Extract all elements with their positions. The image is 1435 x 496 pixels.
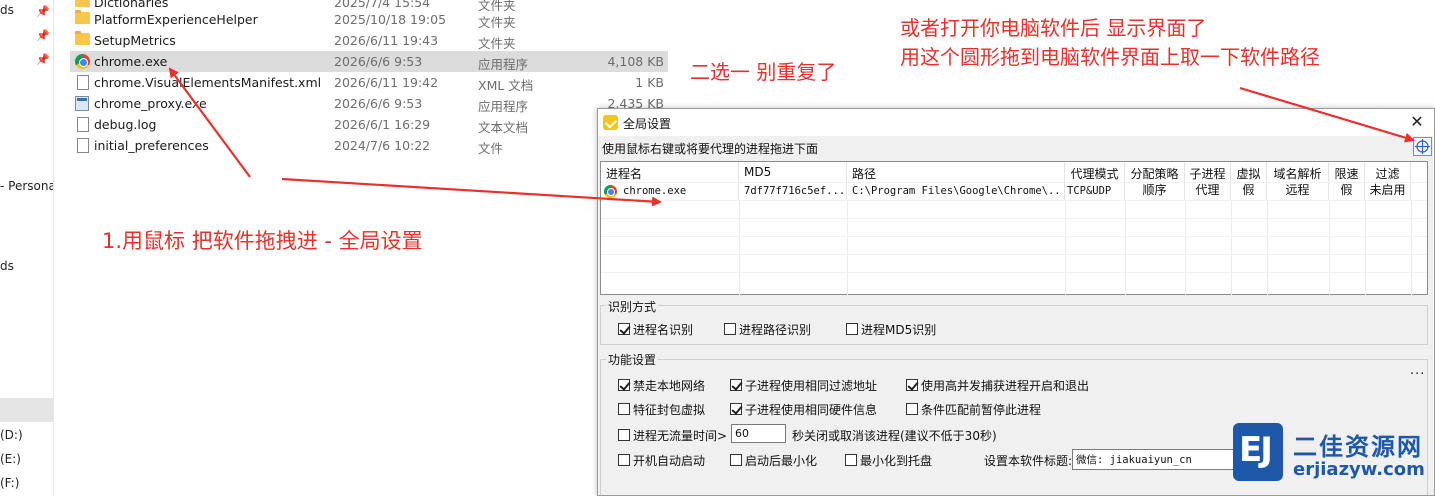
chrome-icon bbox=[75, 54, 90, 69]
nav-item-downloads[interactable]: ds bbox=[0, 259, 14, 273]
software-title-label: 设置本软件标题: bbox=[984, 454, 1073, 468]
file-row[interactable]: chrome_proxy.exe 2026/6/6 9:53 应用程序 2,43… bbox=[70, 93, 668, 114]
file-date: 2026/6/1 16:29 bbox=[334, 117, 431, 132]
checkbox-checked[interactable] bbox=[618, 323, 630, 335]
checkbox-unchecked[interactable] bbox=[618, 403, 630, 415]
table-row-empty bbox=[601, 254, 1427, 272]
checkbox-unchecked[interactable] bbox=[618, 454, 630, 466]
file-name: chrome.exe bbox=[94, 54, 168, 69]
table-row-empty bbox=[601, 200, 1427, 218]
file-row[interactable]: SetupMetrics 2026/6/11 19:43 文件夹 bbox=[70, 30, 668, 51]
dialog-title: 全局设置 bbox=[623, 117, 672, 131]
drag-hint-annotation: 1.用鼠标 把软件拖拽进 - 全局设置 bbox=[102, 229, 423, 253]
folder-icon bbox=[75, 0, 90, 7]
checkbox-unchecked[interactable] bbox=[906, 403, 918, 415]
file-date: 2025/10/18 19:05 bbox=[334, 12, 447, 27]
table-row-empty bbox=[601, 236, 1427, 254]
app-logo-icon bbox=[603, 115, 618, 130]
file-name: chrome.VisualElementsManifest.xml bbox=[94, 75, 322, 90]
file-date: 2026/6/11 19:42 bbox=[334, 75, 439, 90]
drag-instruction: 使用鼠标右键或将要代理的进程拖进下面 bbox=[602, 142, 819, 156]
watermark-logo: EJ bbox=[1233, 423, 1283, 481]
nav-item-drive-f[interactable]: (F:) bbox=[0, 476, 19, 490]
folder-icon bbox=[75, 10, 90, 24]
checkbox-unchecked[interactable] bbox=[845, 454, 857, 466]
nav-selected-highlight bbox=[0, 398, 53, 422]
nav-item-quick-access[interactable]: ds bbox=[0, 3, 14, 17]
file-type: 文本文档 bbox=[478, 120, 529, 135]
file-name: initial_preferences bbox=[94, 138, 209, 153]
cell-proxy-mode: TCP&UDP bbox=[1067, 185, 1112, 197]
table-row-empty bbox=[601, 218, 1427, 236]
file-size: 4,108 KB bbox=[607, 54, 664, 69]
choose-one-annotation: 二选一 别重复了 bbox=[690, 60, 837, 84]
checkbox-checked[interactable] bbox=[730, 403, 742, 415]
checkbox-unchecked[interactable] bbox=[730, 454, 742, 466]
dialog-titlebar[interactable]: 全局设置 ✕ bbox=[598, 109, 1434, 136]
file-type: 文件夹 bbox=[478, 36, 516, 51]
file-type: 文件夹 bbox=[478, 15, 516, 30]
watermark-name: 二佳资源网 bbox=[1293, 433, 1423, 461]
table-row[interactable]: chrome.exe 7df77f716c5ef... C:\Program F… bbox=[601, 182, 1427, 200]
pin-icon: 📌 bbox=[36, 5, 50, 18]
cell-md5: 7df77f716c5ef... bbox=[744, 185, 844, 197]
crosshair-icon bbox=[1415, 139, 1430, 154]
checkbox-unchecked[interactable] bbox=[618, 429, 630, 441]
file-size: 1 KB bbox=[635, 75, 664, 90]
file-name: debug.log bbox=[94, 117, 157, 132]
watermark-url: erjiazyw.com bbox=[1293, 459, 1425, 480]
file-date: 2026/6/11 19:43 bbox=[334, 33, 439, 48]
file-row[interactable]: PlatformExperienceHelper 2025/10/18 19:0… bbox=[70, 9, 668, 30]
more-options-button[interactable]: ... bbox=[1410, 363, 1425, 378]
file-name: SetupMetrics bbox=[94, 33, 176, 48]
file-row[interactable]: debug.log 2026/6/1 16:29 文本文档 bbox=[70, 114, 668, 135]
file-type: 应用程序 bbox=[478, 57, 529, 72]
document-icon bbox=[77, 138, 89, 153]
checkbox-unchecked[interactable] bbox=[846, 323, 858, 335]
file-date: 2024/7/6 10:22 bbox=[334, 138, 431, 153]
software-title-input[interactable] bbox=[1072, 449, 1242, 470]
checkbox-checked[interactable] bbox=[730, 379, 742, 391]
cell-process: chrome.exe bbox=[623, 185, 687, 197]
nav-item-personal[interactable]: - Persona bbox=[0, 179, 53, 193]
file-name: chrome_proxy.exe bbox=[94, 96, 207, 111]
file-type: XML 文档 bbox=[478, 78, 534, 93]
document-icon bbox=[77, 117, 89, 132]
pin-icon: 📌 bbox=[36, 53, 50, 66]
target-hint-annotation-line1: 或者打开你电脑软件后 显示界面了 bbox=[900, 16, 1207, 40]
file-row-selected[interactable]: chrome.exe 2026/6/6 9:53 应用程序 4,108 KB bbox=[70, 51, 668, 72]
table-row-empty bbox=[601, 272, 1427, 290]
chrome-icon bbox=[604, 185, 617, 198]
file-row[interactable]: chrome.VisualElementsManifest.xml 2026/6… bbox=[70, 72, 668, 93]
file-type: 文件 bbox=[478, 141, 504, 156]
document-icon bbox=[77, 75, 89, 90]
close-button[interactable]: ✕ bbox=[1406, 111, 1428, 133]
checkbox-checked[interactable] bbox=[906, 379, 918, 391]
file-date: 2026/6/6 9:53 bbox=[334, 54, 423, 69]
file-date: 2026/6/6 9:53 bbox=[334, 96, 423, 111]
folder-icon bbox=[75, 31, 90, 45]
checkbox-checked[interactable] bbox=[618, 379, 630, 391]
idle-timeout-suffix: 秒关闭或取消该进程(建议不低于30秒) bbox=[792, 429, 997, 443]
crosshair-target-button[interactable] bbox=[1413, 137, 1432, 156]
target-hint-annotation-line2: 用这个圆形拖到电脑软件界面上取一下软件路径 bbox=[900, 45, 1320, 69]
nav-item-drive-d[interactable]: (D:) bbox=[0, 428, 23, 442]
cell-path: C:\Program Files\Google\Chrome\... bbox=[852, 185, 1062, 197]
pin-icon: 📌 bbox=[36, 29, 50, 42]
file-name: PlatformExperienceHelper bbox=[94, 12, 258, 27]
identify-group-title: 识别方式 bbox=[606, 298, 659, 315]
checkbox-unchecked[interactable] bbox=[724, 323, 736, 335]
file-row[interactable]: initial_preferences 2024/7/6 10:22 文件 bbox=[70, 135, 668, 156]
process-table[interactable]: 进程名 MD5 路径 代理模式 分配策略 顺序 子进程 代理 虚拟假 域名解析 远程 … bbox=[600, 161, 1428, 296]
exe-icon bbox=[75, 96, 89, 111]
file-type: 应用程序 bbox=[478, 99, 529, 114]
features-group-title: 功能设置 bbox=[606, 351, 659, 368]
nav-item-drive-e[interactable]: (E:) bbox=[0, 452, 21, 466]
idle-seconds-input[interactable] bbox=[731, 424, 786, 443]
navigation-pane: ds 📌 📌 📌 - Persona ds (D:) (E:) (F:) bbox=[0, 0, 54, 496]
